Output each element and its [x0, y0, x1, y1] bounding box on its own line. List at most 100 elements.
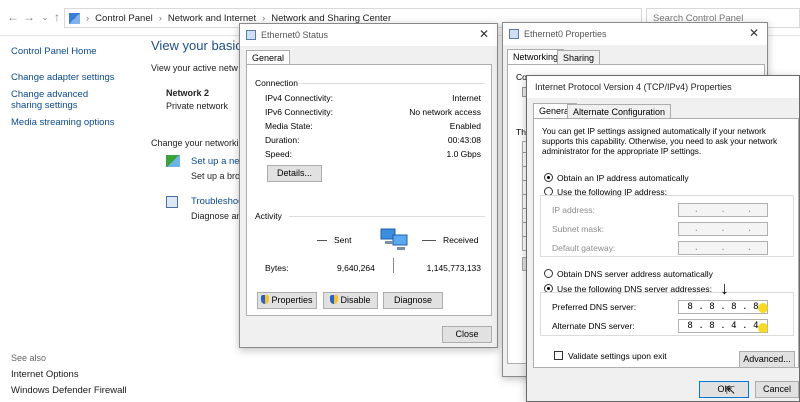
bytes-label: Bytes:: [265, 263, 289, 273]
received-label: Received: [443, 235, 479, 245]
media-state-value: Enabled: [449, 121, 481, 131]
preferred-dns-label: Preferred DNS server:: [552, 302, 637, 312]
close-icon[interactable]: ✕: [747, 26, 761, 40]
change-settings-label: Change your networkin: [151, 138, 244, 148]
speed-label: Speed:: [265, 149, 292, 159]
status-window-title: Ethernet0 Status: [261, 30, 329, 40]
divider: [289, 216, 485, 217]
obtain-dns-auto-radio[interactable]: [544, 269, 553, 278]
obtain-ip-auto-radio[interactable]: [544, 173, 553, 182]
setup-network-icon: [166, 155, 180, 167]
alternate-dns-label: Alternate DNS server:: [552, 321, 635, 331]
cursor-icon: ⇱: [726, 385, 736, 397]
advanced-button[interactable]: Advanced...: [739, 351, 795, 368]
validate-label: Validate settings upon exit: [568, 351, 667, 361]
ip-address-field: ...: [678, 203, 768, 217]
highlight-mark: [758, 303, 768, 313]
subnet-mask-field: ...: [678, 222, 768, 236]
default-gateway-field: ...: [678, 241, 768, 255]
diagnose-button[interactable]: Diagnose: [383, 292, 443, 309]
details-button[interactable]: Details...: [267, 165, 322, 182]
ipv4-dialog-title: Internet Protocol Version 4 (TCP/IPv4) P…: [535, 82, 732, 92]
preferred-dns-field[interactable]: 8.8.8.8: [678, 300, 768, 314]
received-line: [422, 240, 436, 241]
breadcrumb-separator: ›: [86, 12, 90, 24]
network-type: Private network: [166, 101, 229, 111]
status-panel: Connection IPv4 Connectivity: Internet I…: [246, 64, 492, 316]
control-panel-icon: [69, 12, 80, 24]
bytes-sent-value: 9,640,264: [337, 263, 375, 273]
divider: [299, 83, 485, 84]
sent-label: Sent: [334, 235, 352, 245]
duration-value: 00:43:08: [447, 135, 481, 145]
shield-icon: [261, 295, 270, 304]
back-arrow-icon[interactable]: ←: [6, 9, 20, 25]
alternate-dns-field[interactable]: 8.8.4.4: [678, 319, 768, 333]
breadcrumb-network-internet[interactable]: Network and Internet: [168, 13, 256, 24]
tab-sharing[interactable]: Sharing: [557, 50, 601, 65]
ipv6-connectivity-label: IPv6 Connectivity:: [265, 107, 334, 117]
troubleshoot-icon: [166, 196, 178, 208]
breadcrumb-separator: ›: [262, 12, 266, 24]
this-connection-label: Th: [516, 127, 526, 137]
change-adapter-settings-link[interactable]: Change adapter settings: [11, 72, 115, 83]
ipv4-titlebar: Internet Protocol Version 4 (TCP/IPv4) P…: [527, 76, 799, 98]
internet-options-link[interactable]: Internet Options: [11, 369, 79, 380]
setup-desc: Set up a broa: [191, 171, 246, 181]
breadcrumb-separator: ›: [158, 12, 162, 24]
activity-group-label: Activity: [255, 211, 282, 221]
page-title: View your basic n: [151, 38, 253, 53]
ip-octet: 8: [687, 302, 693, 312]
ipv4-connectivity-value: Internet: [452, 93, 481, 103]
connection-group-label: Connection: [255, 78, 299, 88]
disable-button-label: Disable: [340, 295, 371, 305]
active-networks-label: View your active netw: [151, 63, 238, 73]
obtain-dns-auto-label: Obtain DNS server address automatically: [557, 269, 713, 279]
tab-networking[interactable]: Networking: [507, 49, 565, 64]
ethernet-icon: [509, 29, 519, 39]
ipv4-general-panel: You can get IP settings assigned automat…: [533, 118, 799, 368]
properties-button-label: Properties: [271, 295, 313, 305]
network-activity-icon: [379, 225, 411, 253]
media-state-label: Media State:: [265, 121, 313, 131]
close-icon[interactable]: ✕: [477, 27, 491, 41]
status-titlebar: Ethernet0 Status: [240, 24, 497, 46]
breadcrumb-network-sharing-center[interactable]: Network and Sharing Center: [271, 13, 391, 24]
validate-checkbox[interactable]: [554, 351, 563, 360]
windows-firewall-link[interactable]: Windows Defender Firewall: [11, 385, 127, 396]
tab-alternate-configuration[interactable]: Alternate Configuration: [567, 104, 672, 119]
close-button[interactable]: Close: [442, 326, 492, 343]
ipv4-properties-dialog: Internet Protocol Version 4 (TCP/IPv4) P…: [526, 75, 800, 402]
divider: [393, 258, 394, 273]
duration-label: Duration:: [265, 135, 300, 145]
subnet-mask-label: Subnet mask:: [552, 224, 604, 234]
shield-icon: [330, 295, 339, 304]
sent-line: [317, 240, 327, 241]
ok-button[interactable]: OK: [699, 381, 749, 398]
properties-button[interactable]: Properties: [257, 292, 317, 309]
ipv4-description: You can get IP settings assigned automat…: [542, 127, 778, 156]
properties-window-title: Ethernet0 Properties: [524, 29, 607, 39]
bytes-received-value: 1,145,773,133: [426, 263, 481, 273]
cancel-button[interactable]: Cancel: [755, 381, 799, 398]
highlight-mark: [758, 323, 768, 333]
change-advanced-sharing-link[interactable]: Change advanced sharing settings: [11, 89, 121, 111]
breadcrumb-control-panel[interactable]: Control Panel: [95, 13, 153, 24]
see-also-label: See also: [11, 353, 47, 363]
tab-general[interactable]: General: [246, 50, 291, 65]
network-name: Network 2: [166, 88, 210, 98]
ip-address-label: IP address:: [552, 205, 595, 215]
up-arrow-icon[interactable]: ↑: [50, 9, 64, 25]
control-panel-home-link[interactable]: Control Panel Home: [11, 46, 97, 57]
ethernet-icon: [246, 30, 256, 40]
ip-octet: 8: [709, 302, 715, 312]
disable-button[interactable]: Disable: [323, 292, 378, 309]
down-arrow-icon: ↓: [720, 278, 729, 298]
properties-titlebar: Ethernet0 Properties: [503, 23, 767, 45]
forward-arrow-icon[interactable]: →: [22, 9, 36, 25]
ip-octet: 8: [731, 302, 737, 312]
troubleshoot-link[interactable]: Troubleshoot: [191, 196, 246, 207]
ip-octet: 4: [731, 321, 737, 331]
ipv4-connectivity-label: IPv4 Connectivity:: [265, 93, 334, 103]
media-streaming-link[interactable]: Media streaming options: [11, 117, 115, 128]
